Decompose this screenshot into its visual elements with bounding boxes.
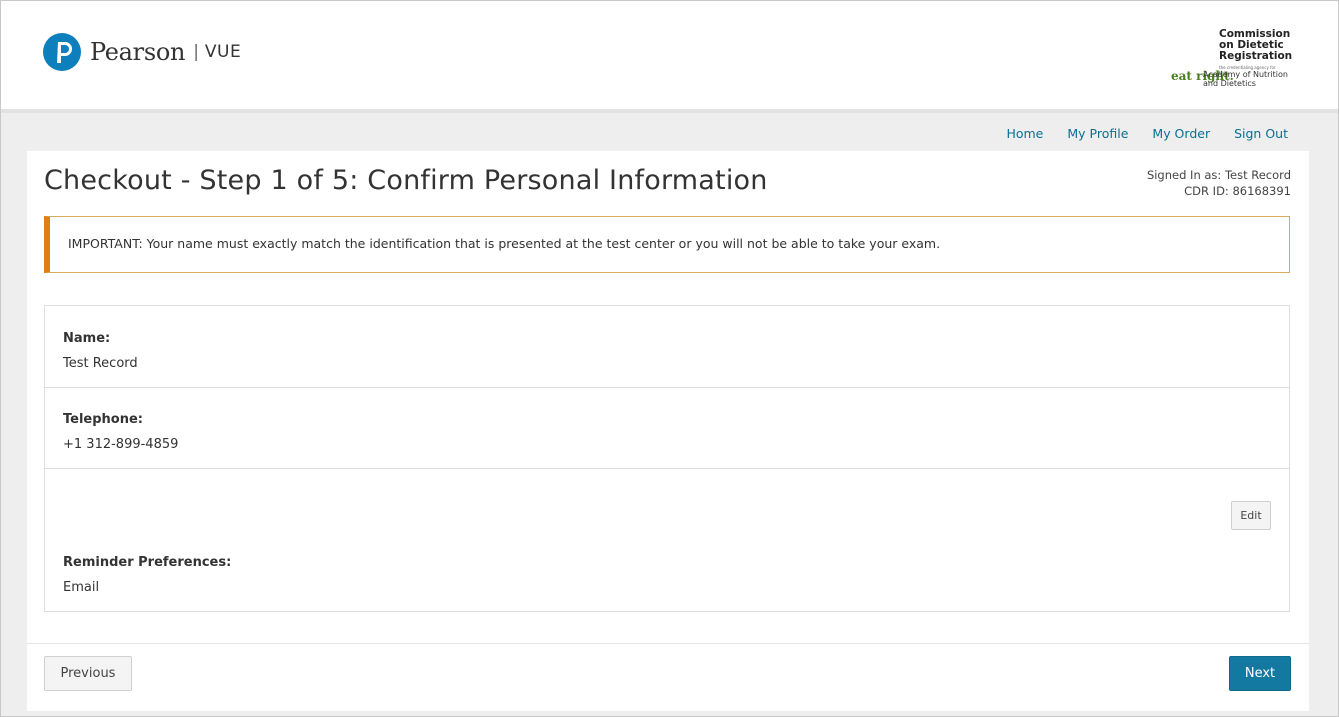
checkout-content: Checkout - Step 1 of 5: Confirm Personal… [27,151,1309,711]
next-button[interactable]: Next [1229,656,1291,691]
telephone-row: Telephone: +1 312-899-4859 [45,388,1289,469]
site-header: Pearson | VUE Commission on Dietetic Reg… [1,1,1338,113]
signed-in-user: Signed In as: Test Record [1146,168,1291,182]
name-value: Test Record [63,356,138,371]
reminder-value: Email [63,580,100,595]
browser-frame: Pearson | VUE Commission on Dietetic Reg… [0,0,1339,717]
telephone-value: +1 312-899-4859 [63,437,179,452]
nav-my-order[interactable]: My Order [1152,126,1210,141]
signed-in-info: Signed In as: Test Record CDR ID: 861683… [1147,167,1291,199]
nav-my-profile[interactable]: My Profile [1067,126,1128,141]
reminder-row: Edit Reminder Preferences: Email [45,469,1289,611]
reminder-label: Reminder Preferences: [63,555,232,570]
cdr-partner-logo: Commission on Dietetic Registration the … [1171,28,1293,91]
previous-button[interactable]: Previous [44,656,132,691]
personal-info-panel: Name: Test Record Telephone: +1 312-899-… [44,305,1290,612]
cdr-title: Commission on Dietetic Registration [1219,28,1293,62]
alert-text: IMPORTANT: Your name must exactly match … [68,236,941,251]
pearson-p-icon [43,33,81,71]
cdr-id: CDR ID: 86168391 [1184,184,1291,198]
nav-sign-out[interactable]: Sign Out [1234,126,1288,141]
logo-product: VUE [204,42,242,62]
logo-wordmark: Pearson [90,38,186,66]
top-nav: Home My Profile My Order Sign Out [982,126,1288,141]
page-title: Checkout - Step 1 of 5: Confirm Personal… [44,165,768,196]
academy-name: Academy of Nutrition and Dietetics [1203,70,1288,88]
nav-home[interactable]: Home [1006,126,1043,141]
name-label: Name: [63,331,111,346]
name-row: Name: Test Record [45,306,1289,388]
edit-button[interactable]: Edit [1231,501,1271,530]
telephone-label: Telephone: [63,412,143,427]
footer-divider [27,643,1309,644]
important-alert: IMPORTANT: Your name must exactly match … [44,216,1290,273]
logo-separator: | [193,42,199,62]
pearson-vue-logo[interactable]: Pearson | VUE [43,32,241,72]
